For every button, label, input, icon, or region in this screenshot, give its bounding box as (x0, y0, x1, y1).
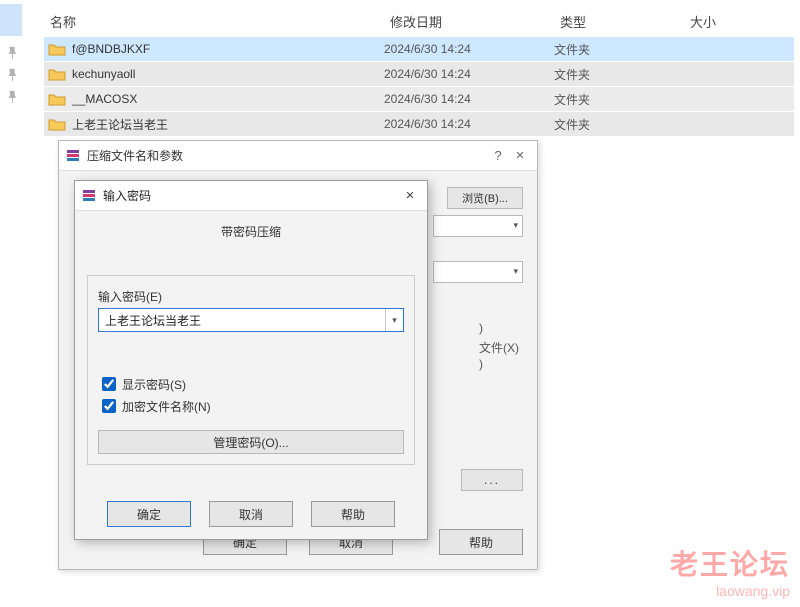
column-header-type[interactable]: 类型 (554, 12, 684, 31)
pin-icon (5, 90, 19, 104)
checkbox-input[interactable] (102, 399, 116, 413)
file-date: 2024/6/30 14:24 (384, 117, 554, 131)
compression-dropdown[interactable]: ▾ (433, 261, 523, 283)
encrypt-names-checkbox[interactable]: 加密文件名称(N) (98, 396, 211, 416)
stub-text-d: ) (479, 321, 483, 335)
browse-button[interactable]: 浏览(B)... (447, 187, 523, 209)
close-icon[interactable]: × (399, 187, 421, 204)
app-icon (65, 148, 81, 164)
pin-icon (5, 68, 19, 82)
file-type: 文件夹 (554, 41, 684, 58)
watermark-line2: laowang.vip (670, 583, 790, 599)
pin-strip (0, 38, 24, 112)
password-input[interactable] (99, 309, 385, 331)
chevron-down-icon[interactable]: ▾ (385, 309, 403, 331)
file-date: 2024/6/30 14:24 (384, 92, 554, 106)
dialog-title: 输入密码 (103, 187, 399, 204)
help-button[interactable]: 帮助 (311, 501, 395, 527)
watermark-line1: 老王论坛 (670, 543, 790, 583)
column-header-row: 名称 修改日期 类型 大小 (44, 6, 794, 36)
ok-button[interactable]: 确定 (107, 501, 191, 527)
checkbox-input[interactable] (102, 377, 116, 391)
password-dialog: 输入密码 × 带密码压缩 输入密码(E) ▾ 显示密码(S) 加密文件名称(N)… (74, 180, 428, 540)
checkbox-label: 显示密码(S) (122, 376, 186, 393)
file-list: f@BNDBJKXF 2024/6/30 14:24 文件夹 kechunyao… (44, 36, 794, 136)
column-header-date[interactable]: 修改日期 (384, 12, 554, 31)
app-icon (81, 188, 97, 204)
help-button-outer[interactable]: 帮助 (439, 529, 523, 555)
pin-icon (5, 46, 19, 60)
table-row[interactable]: 上老王论坛当老王 2024/6/30 14:24 文件夹 (44, 111, 794, 136)
file-type: 文件夹 (554, 91, 684, 108)
chevron-down-icon: ▾ (513, 266, 518, 277)
cancel-button[interactable]: 取消 (209, 501, 293, 527)
column-header-name[interactable]: 名称 (44, 12, 384, 31)
folder-icon (48, 92, 66, 106)
dialog-titlebar[interactable]: 输入密码 × (75, 181, 427, 211)
file-type: 文件夹 (554, 66, 684, 83)
file-date: 2024/6/30 14:24 (384, 42, 554, 56)
file-name: 上老王论坛当老王 (72, 116, 384, 133)
checkbox-label: 加密文件名称(N) (122, 398, 211, 415)
file-type: 文件夹 (554, 116, 684, 133)
password-label: 输入密码(E) (98, 288, 162, 305)
password-combobox[interactable]: ▾ (98, 308, 404, 332)
stub-text-s: ) (479, 357, 483, 371)
chevron-down-icon: ▾ (513, 220, 518, 231)
column-header-size[interactable]: 大小 (684, 12, 794, 31)
help-icon[interactable]: ? (487, 148, 509, 163)
close-icon[interactable]: × (509, 147, 531, 164)
format-dropdown[interactable]: ▾ (433, 215, 523, 237)
table-row[interactable]: kechunyaoll 2024/6/30 14:24 文件夹 (44, 61, 794, 86)
file-name: f@BNDBJKXF (72, 42, 384, 56)
dialog-title: 压缩文件名和参数 (87, 147, 487, 164)
stub-text-x: 文件(X) (479, 339, 519, 356)
password-group: 输入密码(E) ▾ 显示密码(S) 加密文件名称(N) 管理密码(O)... (87, 275, 415, 465)
table-row[interactable]: __MACOSX 2024/6/30 14:24 文件夹 (44, 86, 794, 111)
file-name: kechunyaoll (72, 67, 384, 81)
folder-icon (48, 67, 66, 81)
selected-indicator (0, 4, 22, 36)
manage-passwords-button[interactable]: 管理密码(O)... (98, 430, 404, 454)
file-date: 2024/6/30 14:24 (384, 67, 554, 81)
watermark: 老王论坛 laowang.vip (670, 543, 790, 599)
dialog-titlebar[interactable]: 压缩文件名和参数 ? × (59, 141, 537, 171)
dialog-subtitle: 带密码压缩 (75, 223, 427, 240)
table-row[interactable]: f@BNDBJKXF 2024/6/30 14:24 文件夹 (44, 36, 794, 61)
show-password-checkbox[interactable]: 显示密码(S) (98, 374, 186, 394)
file-name: __MACOSX (72, 92, 384, 106)
folder-icon (48, 117, 66, 131)
more-button[interactable]: ... (461, 469, 523, 491)
folder-icon (48, 42, 66, 56)
